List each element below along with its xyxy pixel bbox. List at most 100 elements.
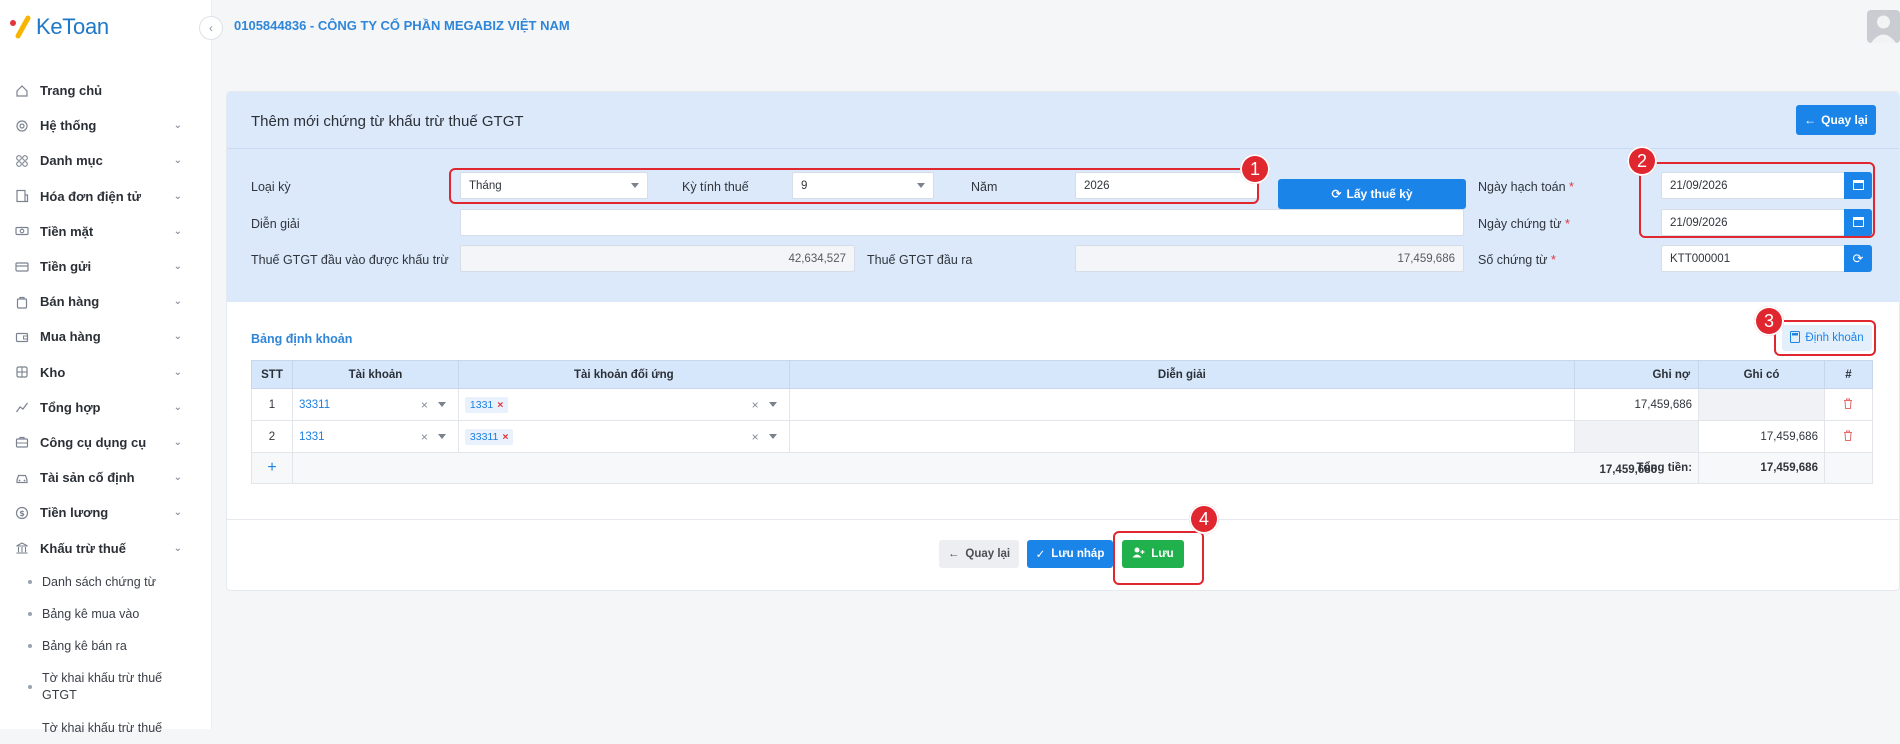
sidebar-item-deposit[interactable]: Tiền gửi ⌄ <box>0 249 212 284</box>
account-cell[interactable]: 33311 × <box>291 388 459 421</box>
total-debit-display: 17,459,686 <box>1599 464 1657 476</box>
sidebar-item-warehouse[interactable]: Kho ⌄ <box>0 355 212 390</box>
table-row: 1 33311 × 1331 × × 17,459,686 <box>251 388 1874 421</box>
voucher-no-refresh-button[interactable]: ⟳ <box>1844 245 1872 272</box>
sidebar-subitem-purchase-list[interactable]: Bảng kê mua vào <box>0 598 212 630</box>
sidebar-item-label: Tiền mặt <box>40 223 94 239</box>
arrow-left-icon: ← <box>947 548 960 560</box>
sidebar-item-fixed-assets[interactable]: Tài sản cố định ⌄ <box>0 460 212 495</box>
account-cell[interactable]: 1331 × <box>291 420 459 453</box>
remove-tag-icon[interactable]: × <box>502 431 508 443</box>
clear-icon[interactable]: × <box>421 430 428 444</box>
back-button-top[interactable]: ← Quay lại <box>1796 105 1876 135</box>
highlight-box-1 <box>449 168 1259 204</box>
description-cell[interactable] <box>788 388 1576 421</box>
get-tax-period-button[interactable]: ⟳ Lấy thuế kỳ <box>1278 179 1466 209</box>
contra-account-cell[interactable]: 1331 × × <box>457 388 790 421</box>
sidebar-item-purchase[interactable]: Mua hàng ⌄ <box>0 319 212 354</box>
company-name: 0105844836 - CÔNG TY CỔ PHẦN MEGABIZ VIỆ… <box>234 18 570 33</box>
caret-down-icon <box>768 402 777 407</box>
sidebar-item-einvoice[interactable]: Hóa đơn điện tử ⌄ <box>0 179 212 214</box>
sidebar-collapse-button[interactable]: ‹ <box>199 16 223 40</box>
contra-account-tag: 33311 × <box>464 428 514 445</box>
get-tax-label: Lấy thuế kỳ <box>1346 187 1413 201</box>
back-button-label: Quay lại <box>965 548 1011 560</box>
divider <box>227 519 1899 520</box>
sidebar-item-label: Danh mục <box>40 153 103 169</box>
chevron-down-icon: ⌄ <box>173 507 182 519</box>
save-draft-button[interactable]: ✓ Lưu nháp <box>1027 540 1113 568</box>
bullet-icon <box>28 684 32 689</box>
annotation-badge-1: 1 <box>1240 154 1270 184</box>
back-button[interactable]: ← Quay lại <box>939 540 1019 568</box>
sidebar-item-cash[interactable]: Tiền mặt ⌄ <box>0 214 212 249</box>
voucher-date-text: Ngày chứng từ <box>1478 217 1562 231</box>
input-vat-value: 42,634,527 <box>788 252 846 265</box>
required-mark: * <box>1569 180 1574 194</box>
chevron-down-icon: ⌄ <box>173 120 182 132</box>
sidebar: KeToan Trang chủ Hệ thống ⌄ Danh mục ⌄ Hóa… <box>0 0 212 735</box>
sidebar-item-summary[interactable]: Tổng hợp ⌄ <box>0 390 212 425</box>
logo-icon <box>8 14 34 40</box>
clear-icon[interactable]: × <box>421 398 428 412</box>
account-value: 33311 <box>298 398 331 411</box>
description-cell[interactable] <box>788 420 1576 453</box>
refresh-icon: ⟳ <box>1331 187 1342 201</box>
add-row-button[interactable]: + <box>251 452 293 484</box>
sidebar-item-catalog[interactable]: Danh mục ⌄ <box>0 143 212 178</box>
gear-icon <box>14 118 30 134</box>
sidebar-item-label: Tài sản cố định <box>40 470 135 486</box>
voucher-date-label: Ngày chứng từ * <box>1478 217 1570 231</box>
sidebar-item-home[interactable]: Trang chủ <box>0 73 212 108</box>
entries-section-title: Bảng định khoản <box>251 332 353 346</box>
posting-date-label: Ngày hạch toán * <box>1478 180 1574 194</box>
sidebar-item-tools[interactable]: Công cụ dụng cụ ⌄ <box>0 425 212 460</box>
card-icon <box>14 259 30 275</box>
table-header-row: STT Tài khoản Tài khoản đối ứng Diễn giả… <box>251 360 1874 389</box>
row-number: 2 <box>251 420 293 453</box>
sidebar-subitem-sales-list[interactable]: Bảng kê bán ra <box>0 630 212 662</box>
highlight-box-2 <box>1639 162 1875 238</box>
avatar[interactable] <box>1867 10 1900 43</box>
sidebar-subitem-declaration[interactable]: Tờ khai khấu trừ thuế <box>0 712 212 744</box>
sidebar-subitem-voucher-list[interactable]: Danh sách chứng từ <box>0 566 212 598</box>
sidebar-item-sales[interactable]: Bán hàng ⌄ <box>0 284 212 319</box>
chevron-down-icon: ⌄ <box>173 296 182 308</box>
tag-label: 33311 <box>469 430 499 443</box>
sidebar-item-label: Khấu trừ thuế <box>40 540 126 556</box>
input-vat-label: Thuế GTGT đầu vào được khấu trừ <box>251 253 449 267</box>
sidebar-subitem-vat-declaration[interactable]: Tờ khai khấu trừ thuế GTGT <box>0 662 212 712</box>
chevron-down-icon: ⌄ <box>173 261 182 273</box>
delete-row-button[interactable] <box>1823 420 1874 453</box>
voucher-no-input[interactable]: KTT000001 <box>1661 245 1846 272</box>
sidebar-item-salary[interactable]: $ Tiền lương ⌄ <box>0 495 212 530</box>
debit-cell[interactable]: 17,459,686 <box>1574 388 1700 421</box>
chevron-down-icon: ⌄ <box>173 436 182 448</box>
column-header: STT <box>251 360 293 389</box>
sidebar-item-tax-deduction[interactable]: Khấu trừ thuế ⌄ <box>0 530 212 565</box>
save-draft-label: Lưu nháp <box>1051 548 1105 560</box>
column-header: Diễn giải <box>788 360 1576 389</box>
empty-cell <box>1823 452 1874 484</box>
grid-icon <box>14 153 30 169</box>
bullet-icon <box>28 643 32 648</box>
sidebar-item-label: Trang chủ <box>40 83 103 99</box>
delete-row-button[interactable] <box>1823 388 1874 421</box>
sidebar-item-system[interactable]: Hệ thống ⌄ <box>0 108 212 143</box>
home-icon <box>14 83 30 99</box>
refresh-icon: ⟳ <box>1852 250 1864 266</box>
posting-date-text: Ngày hạch toán <box>1478 180 1566 194</box>
clear-icon[interactable]: × <box>752 430 759 444</box>
credit-cell[interactable]: 17,459,686 <box>1698 420 1825 453</box>
sidebar-item-label: Tiền lương <box>40 505 109 521</box>
contra-account-cell[interactable]: 33311 × × <box>457 420 790 453</box>
clear-icon[interactable]: × <box>752 398 759 412</box>
bullet-icon <box>28 579 32 584</box>
card-header: Thêm mới chứng từ khấu trừ thuế GTGT ← Qu… <box>227 92 1899 149</box>
description-input[interactable] <box>460 209 1464 236</box>
column-header: Ghi nợ <box>1574 360 1700 389</box>
total-label: Tổng tiền: <box>291 452 1699 484</box>
chevron-left-icon: ‹ <box>209 21 213 35</box>
remove-tag-icon[interactable]: × <box>497 399 503 411</box>
brand-logo[interactable]: KeToan <box>8 12 109 42</box>
